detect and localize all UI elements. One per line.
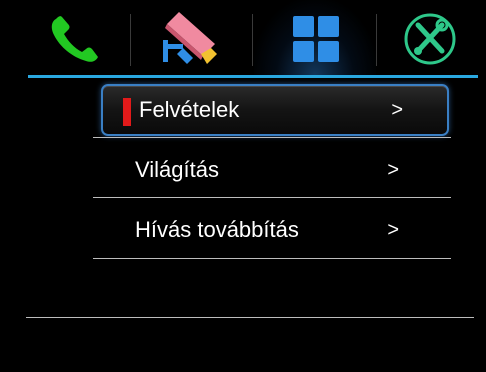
tab-tools[interactable] [382, 8, 478, 70]
selection-marker [123, 98, 131, 126]
menu-item-hivas-tovabbitas[interactable]: Hívás továbbítás > [93, 204, 451, 256]
active-tab-underline [28, 75, 478, 78]
tab-divider [252, 14, 253, 66]
tab-divider [376, 14, 377, 66]
divider [93, 197, 451, 198]
divider [93, 137, 451, 138]
divider [93, 258, 451, 259]
tab-phone[interactable] [28, 8, 124, 70]
camera-icon [163, 12, 217, 64]
tab-bar [0, 0, 486, 78]
phone-icon [51, 16, 98, 62]
tab-apps[interactable] [268, 8, 364, 70]
screen: Felvételek > Világítás > Hívás továbbítá… [0, 0, 486, 372]
tab-divider [130, 14, 131, 66]
apps-grid-icon [293, 16, 339, 62]
divider [26, 317, 474, 318]
menu-list: Felvételek > Világítás > Hívás továbbítá… [93, 84, 451, 264]
menu-item-label: Felvételek [139, 97, 240, 122]
menu-item-felvetelek[interactable]: Felvételek > [101, 84, 449, 136]
tab-camera[interactable] [140, 8, 236, 70]
tools-icon [404, 13, 456, 65]
menu-item-label: Hívás továbbítás [135, 217, 299, 242]
chevron-right-icon: > [387, 218, 399, 241]
chevron-right-icon: > [387, 158, 399, 181]
menu-item-vilagitas[interactable]: Világítás > [93, 144, 451, 196]
menu-item-label: Világítás [135, 157, 219, 182]
chevron-right-icon: > [391, 98, 403, 121]
